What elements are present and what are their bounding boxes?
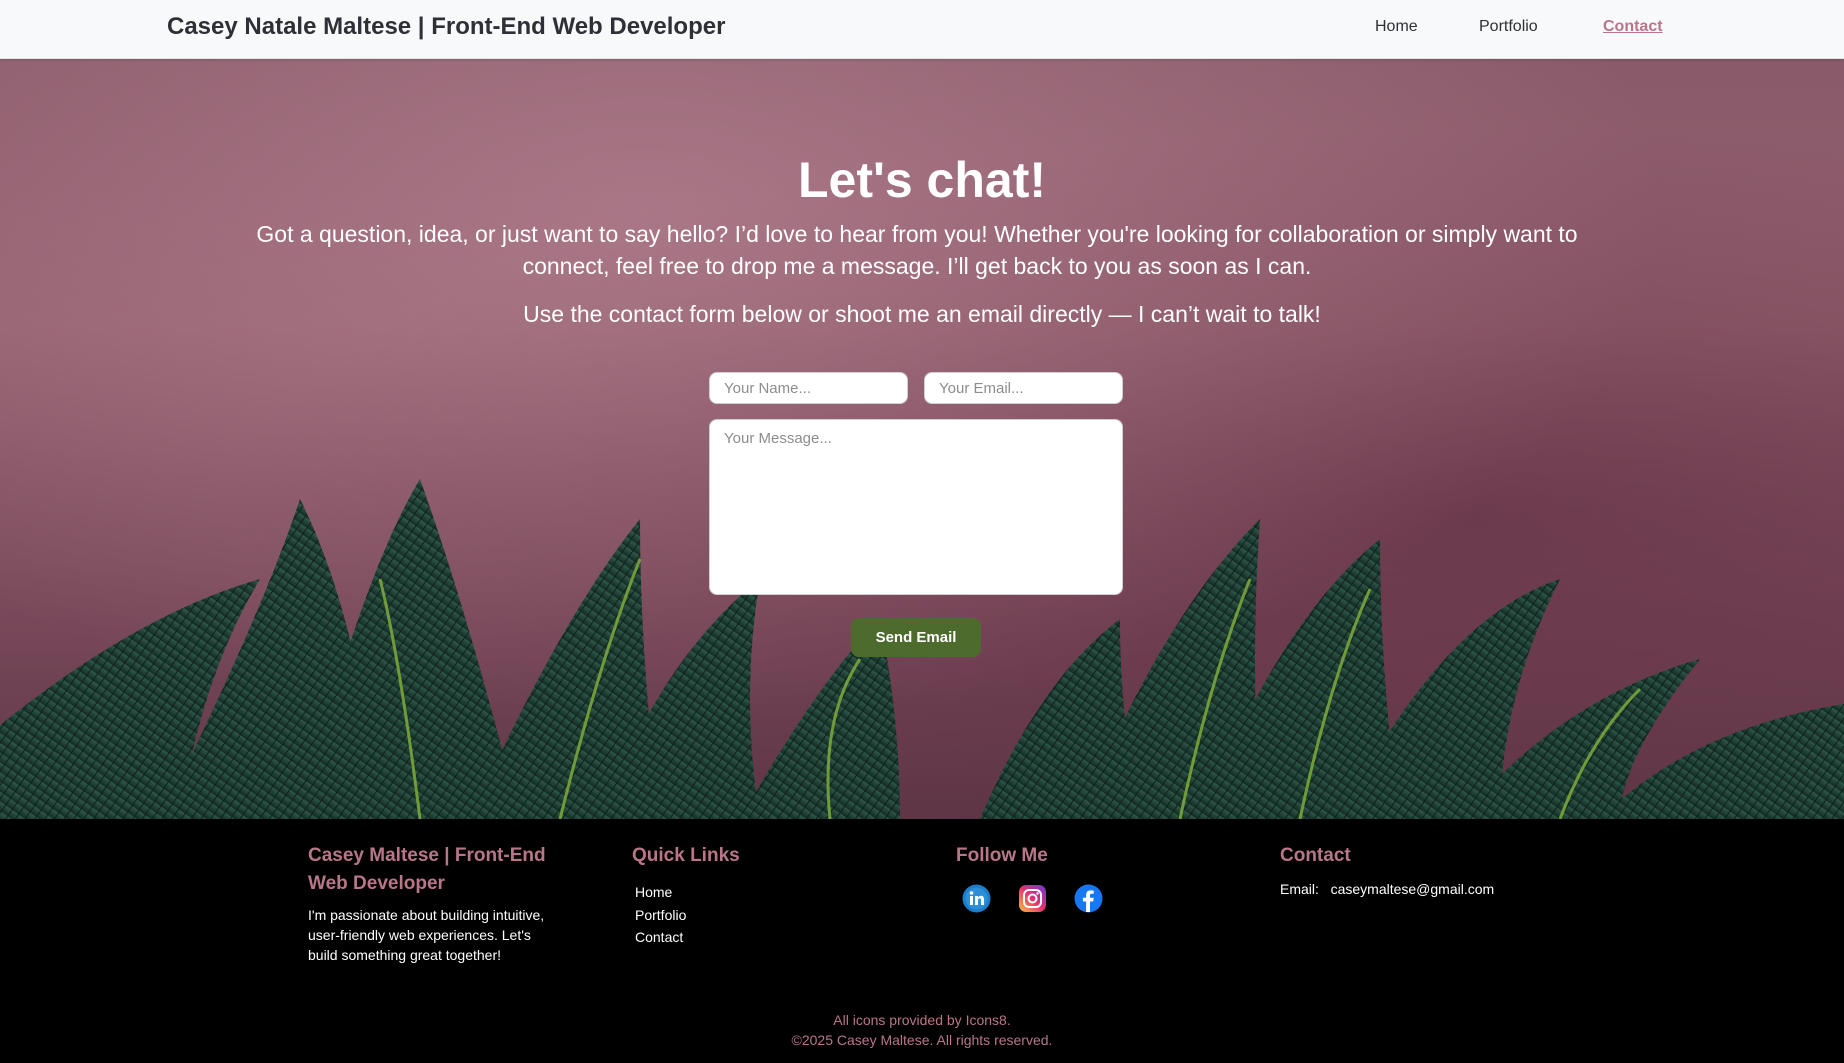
- nav-link-home[interactable]: Home: [1375, 18, 1418, 36]
- name-field[interactable]: [709, 372, 908, 404]
- send-email-button[interactable]: Send Email: [851, 618, 981, 657]
- footer-about-text: I'm passionate about building intuitive,…: [308, 907, 545, 963]
- footer-contact-heading: Contact: [1280, 845, 1351, 866]
- facebook-icon[interactable]: [1074, 884, 1103, 913]
- footer-contact-email: Email: caseymaltese@gmail.com: [1280, 881, 1494, 897]
- icons-credit: All icons provided by Icons8.: [833, 1012, 1011, 1028]
- footer-link-contact[interactable]: Contact: [635, 929, 683, 945]
- contact-prompt: Use the contact form below or shoot me a…: [523, 301, 1321, 327]
- footer-quick-links: Home Portfolio Contact: [635, 881, 686, 949]
- footer-about-heading: Casey Maltese | Front-End Web Developer: [308, 845, 546, 894]
- footer-link-item: Portfolio: [635, 904, 686, 927]
- nav-link-contact[interactable]: Contact: [1603, 18, 1663, 36]
- navbar: Casey Natale Maltese | Front-End Web Dev…: [0, 0, 1844, 59]
- intro-paragraph: Got a question, idea, or just want to sa…: [256, 221, 1578, 279]
- email-link[interactable]: caseymaltese@gmail.com: [1331, 881, 1495, 897]
- nav-link-portfolio[interactable]: Portfolio: [1479, 18, 1538, 36]
- instagram-icon[interactable]: [1018, 884, 1047, 913]
- linkedin-icon[interactable]: [962, 884, 991, 913]
- footer-link-portfolio[interactable]: Portfolio: [635, 907, 686, 923]
- contact-hero: Let's chat! Got a question, idea, or jus…: [0, 59, 1844, 819]
- site-brand[interactable]: Casey Natale Maltese | Front-End Web Dev…: [167, 13, 725, 41]
- footer-follow-heading: Follow Me: [956, 845, 1048, 866]
- footer-link-item: Home: [635, 881, 686, 904]
- page-title: Let's chat!: [797, 152, 1047, 208]
- email-field[interactable]: [924, 372, 1123, 404]
- site-footer: Casey Maltese | Front-End Web Developer …: [0, 819, 1844, 1063]
- footer-quick-links-heading: Quick Links: [632, 845, 740, 866]
- email-label: Email:: [1280, 881, 1319, 897]
- copyright: ©2025 Casey Maltese. All rights reserved…: [791, 1032, 1053, 1048]
- footer-link-item: Contact: [635, 926, 686, 949]
- message-field[interactable]: [709, 419, 1123, 595]
- footer-link-home[interactable]: Home: [635, 884, 672, 900]
